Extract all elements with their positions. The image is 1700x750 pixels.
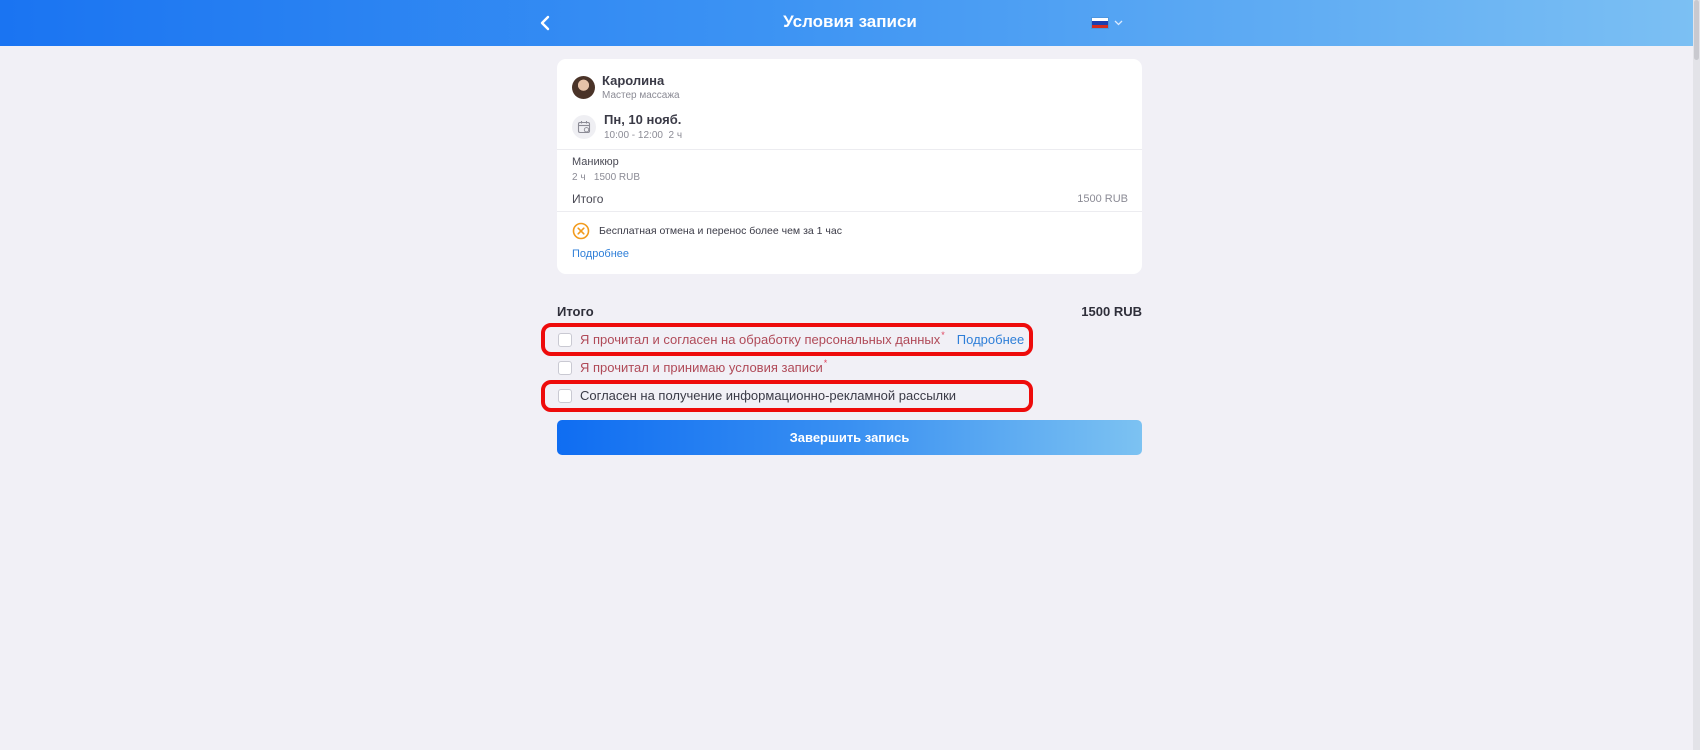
policy-more-link[interactable]: Подробнее [572,248,629,260]
chevron-down-icon [1114,20,1123,26]
scrollbar[interactable] [1693,0,1700,750]
page-title: Условия записи [783,12,917,31]
divider [557,149,1142,150]
required-mark: * [941,330,945,340]
booking-card: Каролина Мастер массажа Пн, 10 нояб. 10:… [557,59,1142,274]
divider [557,211,1142,212]
consent-booking-terms[interactable]: Я прочитал и принимаю условия записи* [558,358,828,375]
cancel-circle-icon [572,222,590,240]
consent-checkbox[interactable] [558,360,572,375]
flag-ru-icon [1091,17,1109,29]
total-label: Итого [557,304,594,319]
master-name: Каролина [602,73,665,88]
total-value: 1500 RUB [1081,304,1142,319]
consent-marketing[interactable]: Согласен на получение информационно-рекл… [558,388,956,403]
consent-checkbox[interactable] [558,332,572,347]
header-bar: Условия записи [0,0,1700,46]
consent-label: Я прочитал и принимаю условия записи* [580,358,828,375]
cancellation-policy: Бесплатная отмена и перенос более чем за… [572,222,842,240]
service-meta: 2 ч 1500 RUB [572,172,641,183]
avatar [572,75,595,99]
consent-label: Я прочитал и согласен на обработку персо… [580,330,945,347]
appointment-day: Пн, 10 нояб. [604,112,682,127]
calendar-icon [572,114,596,139]
consent-label: Согласен на получение информационно-рекл… [580,388,957,403]
master-role: Мастер массажа [602,90,680,101]
scrollbar-thumb[interactable] [1694,0,1699,60]
page: Условия записи Каролина Мастер массажа П… [0,0,1700,750]
master-info[interactable]: Каролина Мастер массажа [572,73,680,101]
card-total-label: Итого [572,192,604,206]
service-item: Маникюр 2 ч 1500 RUB [572,156,640,183]
service-name: Маникюр [572,156,619,168]
consent-more-link[interactable]: Подробнее [957,332,1024,347]
required-mark: * [823,358,828,368]
policy-text: Бесплатная отмена и перенос более чем за… [599,225,842,237]
card-total-value: 1500 RUB [1077,193,1128,205]
appointment-date: Пн, 10 нояб. 10:00 - 12:00 2 ч [572,112,682,141]
consent-checkbox[interactable] [558,388,572,403]
consent-personal-data[interactable]: Я прочитал и согласен на обработку персо… [558,330,1024,347]
appointment-time: 10:00 - 12:00 2 ч [604,130,683,141]
complete-booking-button[interactable]: Завершить запись [557,420,1142,455]
language-switcher[interactable] [1091,14,1123,32]
